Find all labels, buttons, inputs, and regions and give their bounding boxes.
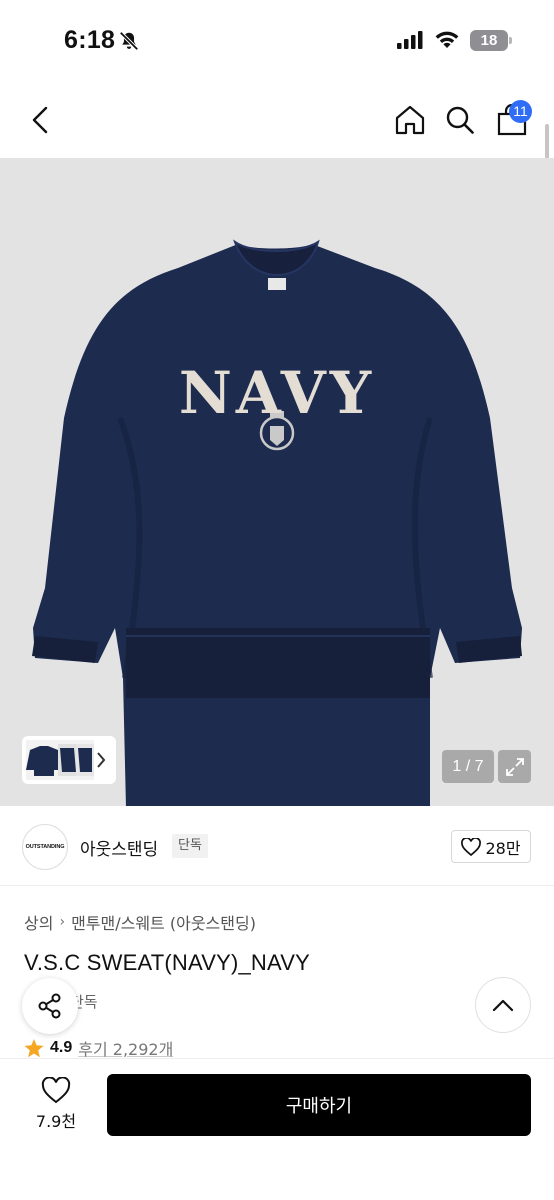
product-gallery[interactable]: NAVY 1 / 7 <box>0 158 554 806</box>
review-count-link[interactable]: 후기 2,292개 <box>78 1036 173 1060</box>
share-icon <box>38 993 61 1019</box>
breadcrumb: 상의 › 맨투맨/스웨트 (아웃스탠딩) <box>24 910 256 934</box>
brand-like-count: 28만 <box>485 838 521 858</box>
chevron-right-icon <box>97 752 106 768</box>
wishlist-button[interactable]: 7.9천 <box>22 1077 90 1137</box>
expand-icon <box>505 757 524 776</box>
wishlist-count: 7.9천 <box>35 1112 77 1131</box>
breadcrumb-item-subcategory[interactable]: 맨투맨/스웨트 (아웃스탠딩) <box>71 910 256 934</box>
brand-row: OUTSTANDING 아웃스탠딩 단독 28만 <box>0 806 554 886</box>
wifi-icon <box>435 31 459 48</box>
buy-button[interactable]: 구매하기 <box>107 1074 531 1136</box>
brand-logo[interactable]: OUTSTANDING <box>22 824 68 870</box>
bottom-purchase-bar: 7.9천 구매하기 <box>0 1058 554 1200</box>
exclusive-badge: 단독 <box>172 834 208 858</box>
sweatshirt-graphic-text: NAVY <box>179 359 375 427</box>
search-button[interactable] <box>442 100 478 140</box>
scroll-top-button[interactable] <box>475 977 531 1033</box>
product-title: V.S.C SWEAT(NAVY)_NAVY <box>24 950 310 975</box>
brand-like-button[interactable]: 28만 <box>451 830 531 863</box>
share-button[interactable] <box>22 978 78 1034</box>
chevron-up-icon <box>492 999 514 1012</box>
status-bar: 6:18 18 <box>0 0 554 82</box>
rating-row[interactable]: 4.9 후기 2,292개 <box>24 1036 173 1060</box>
chevron-left-icon <box>32 106 48 134</box>
search-icon <box>446 106 474 134</box>
back-button[interactable] <box>22 100 58 140</box>
chevron-right-icon: › <box>59 914 66 930</box>
battery-indicator: 18 <box>470 30 508 51</box>
battery-tip <box>509 37 512 44</box>
home-button[interactable] <box>392 100 428 140</box>
heart-icon <box>41 1077 71 1104</box>
cellular-signal-icon <box>397 31 423 49</box>
product-thumbnails <box>26 740 94 780</box>
brand-name[interactable]: 아웃스탠딩 <box>80 835 158 860</box>
thumbnail-strip[interactable] <box>22 736 116 784</box>
star-icon <box>24 1038 44 1057</box>
home-icon <box>395 105 425 135</box>
image-page-counter: 1 / 7 <box>442 750 494 783</box>
rating-value: 4.9 <box>50 1039 73 1056</box>
status-time: 6:18 <box>64 26 116 54</box>
product-photo-sweatshirt: NAVY <box>32 239 522 806</box>
breadcrumb-item-category[interactable]: 상의 <box>24 910 53 934</box>
bell-slash-icon <box>119 31 139 51</box>
expand-button[interactable] <box>498 750 531 783</box>
cart-count-badge: 11 <box>509 100 532 123</box>
heart-icon <box>461 837 482 856</box>
top-nav <box>0 82 554 158</box>
